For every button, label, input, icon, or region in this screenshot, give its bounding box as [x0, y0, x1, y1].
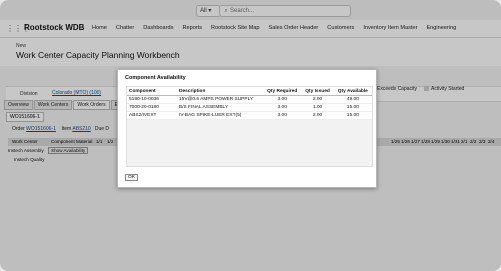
- availability-table: Component Description Qty Required Qty I…: [127, 87, 372, 120]
- cell-qty-available: 49.00: [333, 95, 372, 104]
- ok-button[interactable]: OK: [125, 174, 138, 181]
- cell-description: 15V@0.6 AMPS POWER SUPPLY: [177, 95, 263, 104]
- table-row: 7000-20-0180 B/S FINAL ASSEMBLY 3.00 1.0…: [127, 103, 372, 112]
- col-description: Description: [177, 87, 263, 96]
- cell-description: B/S FINAL ASSEMBLY: [177, 103, 263, 112]
- component-availability-dialog: Component Availability Component Descrip…: [117, 69, 377, 188]
- cell-qty-issued: 2.00: [301, 111, 334, 120]
- cell-component: 5190-10-0036: [127, 95, 177, 104]
- table-row: 5190-10-0036 15V@0.6 AMPS POWER SUPPLY 3…: [127, 95, 372, 104]
- col-component: Component: [127, 87, 177, 96]
- col-qty-issued: Qty Issued: [301, 87, 334, 96]
- availability-table-container: Component Description Qty Required Qty I…: [126, 86, 373, 167]
- cell-qty-available: 15.00: [333, 103, 372, 112]
- col-qty-available: Qty Available: [333, 87, 372, 96]
- cell-description: IV-BAG SPIKE-LUER EXT(5): [177, 111, 263, 120]
- table-header-row: Component Description Qty Required Qty I…: [127, 87, 372, 96]
- dialog-title: Component Availability: [125, 75, 186, 81]
- table-row: ABS2/IVEXT IV-BAG SPIKE-LUER EXT(5) 3.00…: [127, 111, 372, 120]
- cell-qty-required: 3.00: [263, 95, 302, 104]
- cell-qty-required: 3.00: [263, 103, 302, 112]
- app-window: All ▾ ⌕ Search... ⋮⋮⋮ Rootstock WDB Home …: [0, 0, 501, 271]
- cell-component: ABS2/IVEXT: [127, 111, 177, 120]
- cell-qty-issued: 2.00: [301, 95, 334, 104]
- cell-qty-issued: 1.00: [301, 103, 334, 112]
- cell-qty-required: 3.00: [263, 111, 302, 120]
- cell-component: 7000-20-0180: [127, 103, 177, 112]
- cell-qty-available: 15.00: [333, 111, 372, 120]
- col-qty-required: Qty Required: [263, 87, 302, 96]
